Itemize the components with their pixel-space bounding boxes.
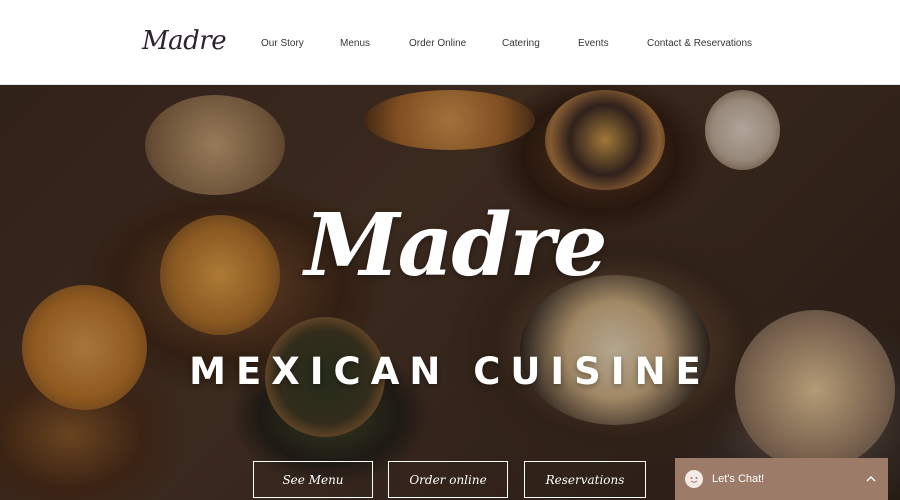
see-menu-button[interactable]: See Menu — [253, 461, 373, 498]
order-online-button[interactable]: Order online — [388, 461, 508, 498]
nav-item-menus[interactable]: Menus — [340, 38, 370, 49]
chevron-up-icon[interactable] — [865, 472, 877, 484]
top-plate-image — [365, 90, 535, 150]
chips-bowl-image — [22, 285, 147, 410]
plate-image — [145, 95, 285, 195]
main-nav: Our Story Menus Order Online Catering Ev… — [0, 38, 900, 52]
nav-item-our-story[interactable]: Our Story — [261, 38, 304, 49]
chat-avatar-icon — [685, 470, 703, 488]
nachos-plate-image — [160, 215, 280, 335]
hero-title: Madre — [304, 195, 607, 296]
chat-label: Let's Chat! — [712, 473, 765, 485]
hero-section: Madre MEXICAN CUISINE See Menu Order onl… — [0, 85, 900, 500]
nav-item-contact-reservations[interactable]: Contact & Reservations — [647, 38, 752, 49]
nav-item-order-online[interactable]: Order Online — [409, 38, 466, 49]
site-header: Madre Our Story Menus Order Online Cater… — [0, 0, 900, 85]
side-plate-image — [735, 310, 895, 470]
spice-bowl-image — [545, 90, 665, 190]
nav-item-catering[interactable]: Catering — [502, 38, 540, 49]
reservations-button[interactable]: Reservations — [524, 461, 646, 498]
chat-widget[interactable]: Let's Chat! — [675, 458, 888, 500]
hero-subtitle: MEXICAN CUISINE — [189, 350, 711, 393]
cream-bowl-image — [705, 90, 780, 170]
nav-item-events[interactable]: Events — [578, 38, 609, 49]
